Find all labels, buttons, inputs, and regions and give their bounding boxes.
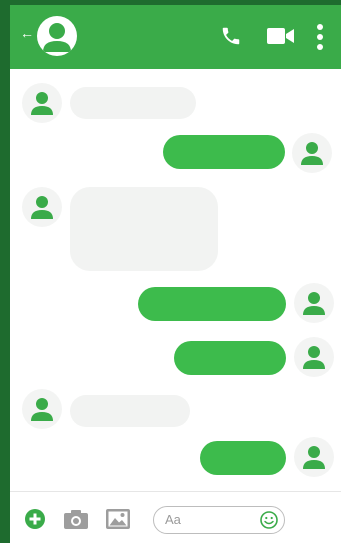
emoji-icon[interactable]	[260, 511, 278, 529]
own-avatar	[294, 283, 334, 323]
incoming-message-bubble[interactable]	[70, 187, 218, 271]
chat-header: ←	[10, 5, 341, 69]
sender-avatar	[22, 83, 62, 123]
sender-avatar	[22, 187, 62, 227]
outgoing-message-bubble[interactable]	[138, 287, 286, 321]
message-input-placeholder: Aa	[165, 512, 181, 527]
user-icon	[43, 23, 71, 52]
camera-icon[interactable]	[64, 510, 88, 529]
message-input[interactable]: Aa	[153, 506, 285, 534]
message-list[interactable]	[10, 69, 341, 489]
chat-window: ← Aa	[10, 5, 341, 543]
contact-avatar[interactable]	[37, 16, 77, 56]
user-icon	[303, 292, 325, 315]
phone-icon[interactable]	[220, 24, 242, 48]
user-icon	[303, 346, 325, 369]
own-avatar	[292, 133, 332, 173]
outgoing-message-bubble[interactable]	[163, 135, 285, 169]
user-icon	[301, 142, 323, 165]
incoming-message-bubble[interactable]	[70, 87, 196, 119]
message-composer: Aa	[10, 491, 341, 543]
more-vertical-icon[interactable]	[316, 23, 324, 51]
image-icon[interactable]	[106, 509, 130, 529]
user-icon	[303, 446, 325, 469]
outgoing-message-bubble[interactable]	[200, 441, 286, 475]
user-icon	[31, 398, 53, 421]
user-icon	[31, 196, 53, 219]
back-arrow-icon[interactable]: ←	[20, 26, 34, 40]
incoming-message-bubble[interactable]	[70, 395, 190, 427]
own-avatar	[294, 437, 334, 477]
video-camera-icon[interactable]	[267, 27, 295, 45]
own-avatar	[294, 337, 334, 377]
add-icon[interactable]	[25, 509, 45, 529]
sender-avatar	[22, 389, 62, 429]
user-icon	[31, 92, 53, 115]
outgoing-message-bubble[interactable]	[174, 341, 286, 375]
